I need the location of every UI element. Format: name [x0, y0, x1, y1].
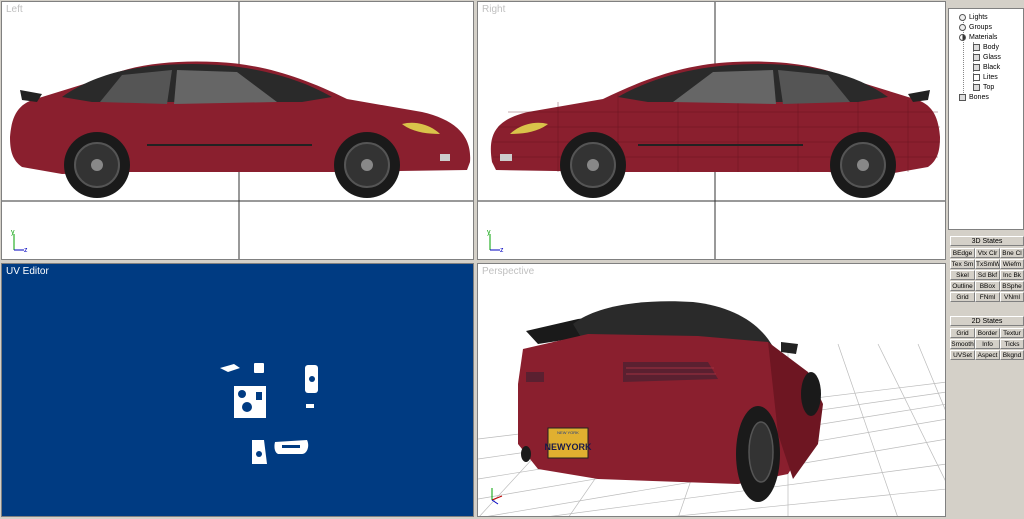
- tree-item-label: Body: [983, 43, 999, 51]
- state-button[interactable]: Bkgnd: [1000, 350, 1024, 360]
- perspective-canvas: NEW YORK NEWYORK: [478, 301, 945, 516]
- tree-item-black[interactable]: Black: [973, 62, 1000, 72]
- tree-item-label: Black: [983, 63, 1001, 71]
- state-button[interactable]: Vtx Clr: [975, 248, 1000, 258]
- tree-item-glass[interactable]: Glass: [973, 52, 1001, 62]
- app-window: y z Left y z Right UV Editor NEW YORK NE…: [0, 0, 1024, 519]
- state-button[interactable]: Info: [975, 339, 1000, 349]
- tree-item-label: Top: [983, 83, 995, 91]
- car-model-perspective: NEW YORK NEWYORK: [518, 301, 823, 502]
- groups-icon: [959, 23, 966, 31]
- tree-item-label: Groups: [969, 23, 992, 31]
- tree-item-lights[interactable]: Lights: [959, 12, 988, 22]
- state-button[interactable]: Border: [975, 328, 1000, 338]
- state-button[interactable]: Inc Bk: [1000, 270, 1024, 280]
- materials-icon: [959, 33, 966, 41]
- texture-icon: [973, 73, 980, 81]
- tree-item-label: Lites: [983, 73, 998, 81]
- tree-item-top[interactable]: Top: [973, 82, 994, 92]
- state-button[interactable]: Aspect: [975, 350, 1000, 360]
- license-plate-state: NEW YORK: [557, 430, 579, 435]
- axis-y-label: y: [11, 229, 15, 236]
- state-button[interactable]: Tex Sm: [950, 259, 975, 269]
- state-button[interactable]: Sd Bkf: [975, 270, 1000, 280]
- state-button[interactable]: TxSmlWr: [975, 259, 1000, 269]
- axis-gizmo: y z: [11, 229, 28, 254]
- axis-z-label: z: [24, 247, 28, 254]
- viewport-title: UV Editor: [6, 266, 49, 277]
- state-button[interactable]: BSphe: [1000, 281, 1024, 291]
- uv-editor-viewport[interactable]: UV Editor: [1, 263, 474, 517]
- state-button[interactable]: Grid: [950, 292, 975, 302]
- material-swatch-icon: [973, 53, 980, 61]
- tree-item-label: Lights: [969, 13, 988, 21]
- material-swatch-icon: [973, 63, 980, 71]
- light-icon: [959, 13, 966, 21]
- tree-item-label: Glass: [983, 53, 1001, 61]
- tree-item-groups[interactable]: Groups: [959, 22, 992, 32]
- state-button[interactable]: Grid: [950, 328, 975, 338]
- viewport-title: Left: [6, 4, 23, 15]
- tree-item-bones[interactable]: Bones: [959, 92, 989, 102]
- car-model-left: [10, 61, 471, 198]
- state-button[interactable]: Outline: [950, 281, 975, 291]
- state-button[interactable]: BBox: [975, 281, 1000, 291]
- axis-y-label: y: [487, 229, 491, 236]
- perspective-viewport[interactable]: NEW YORK NEWYORK Perspective: [477, 263, 946, 517]
- axis-gizmo: y z: [487, 229, 504, 254]
- tree-item-lites[interactable]: Lites: [973, 72, 998, 82]
- state-button[interactable]: Smooth: [950, 339, 975, 349]
- scene-tree[interactable]: Lights Groups Materials Body Glass Black: [948, 8, 1024, 230]
- states-3d-title: 3D States: [950, 236, 1024, 246]
- state-button[interactable]: UVSet: [950, 350, 975, 360]
- left-viewport[interactable]: y z Left: [1, 1, 474, 260]
- material-swatch-icon: [973, 43, 980, 51]
- viewport-title: Right: [482, 4, 506, 15]
- state-button[interactable]: Textur: [1000, 328, 1024, 338]
- tree-item-body[interactable]: Body: [973, 42, 999, 52]
- viewport-title: Perspective: [482, 266, 535, 277]
- state-button[interactable]: Skel: [950, 270, 975, 280]
- right-viewport[interactable]: y z Right: [477, 1, 946, 260]
- material-swatch-icon: [973, 83, 980, 91]
- state-button[interactable]: VNml: [1000, 292, 1024, 302]
- bones-icon: [959, 93, 966, 101]
- state-button[interactable]: Bne Cl: [1000, 248, 1024, 258]
- state-button[interactable]: Wiefm: [1000, 259, 1024, 269]
- uv-canvas: [220, 363, 318, 464]
- states-2d-title: 2D States: [950, 316, 1024, 326]
- state-button[interactable]: BEdge: [950, 248, 975, 258]
- license-plate-number: NEWYORK: [545, 442, 593, 452]
- tree-item-label: Materials: [969, 33, 998, 41]
- tree-item-label: Bones: [969, 93, 989, 101]
- state-button[interactable]: Ticks: [1000, 339, 1024, 349]
- left-view-canvas: y z: [2, 2, 473, 259]
- side-panel: Lights Groups Materials Body Glass Black: [948, 0, 1024, 519]
- right-view-canvas: y z: [478, 2, 945, 259]
- axis-z-label: z: [500, 247, 504, 254]
- state-button[interactable]: FNml: [975, 292, 1000, 302]
- uv-islands: [220, 363, 318, 464]
- tree-item-materials[interactable]: Materials: [959, 32, 997, 42]
